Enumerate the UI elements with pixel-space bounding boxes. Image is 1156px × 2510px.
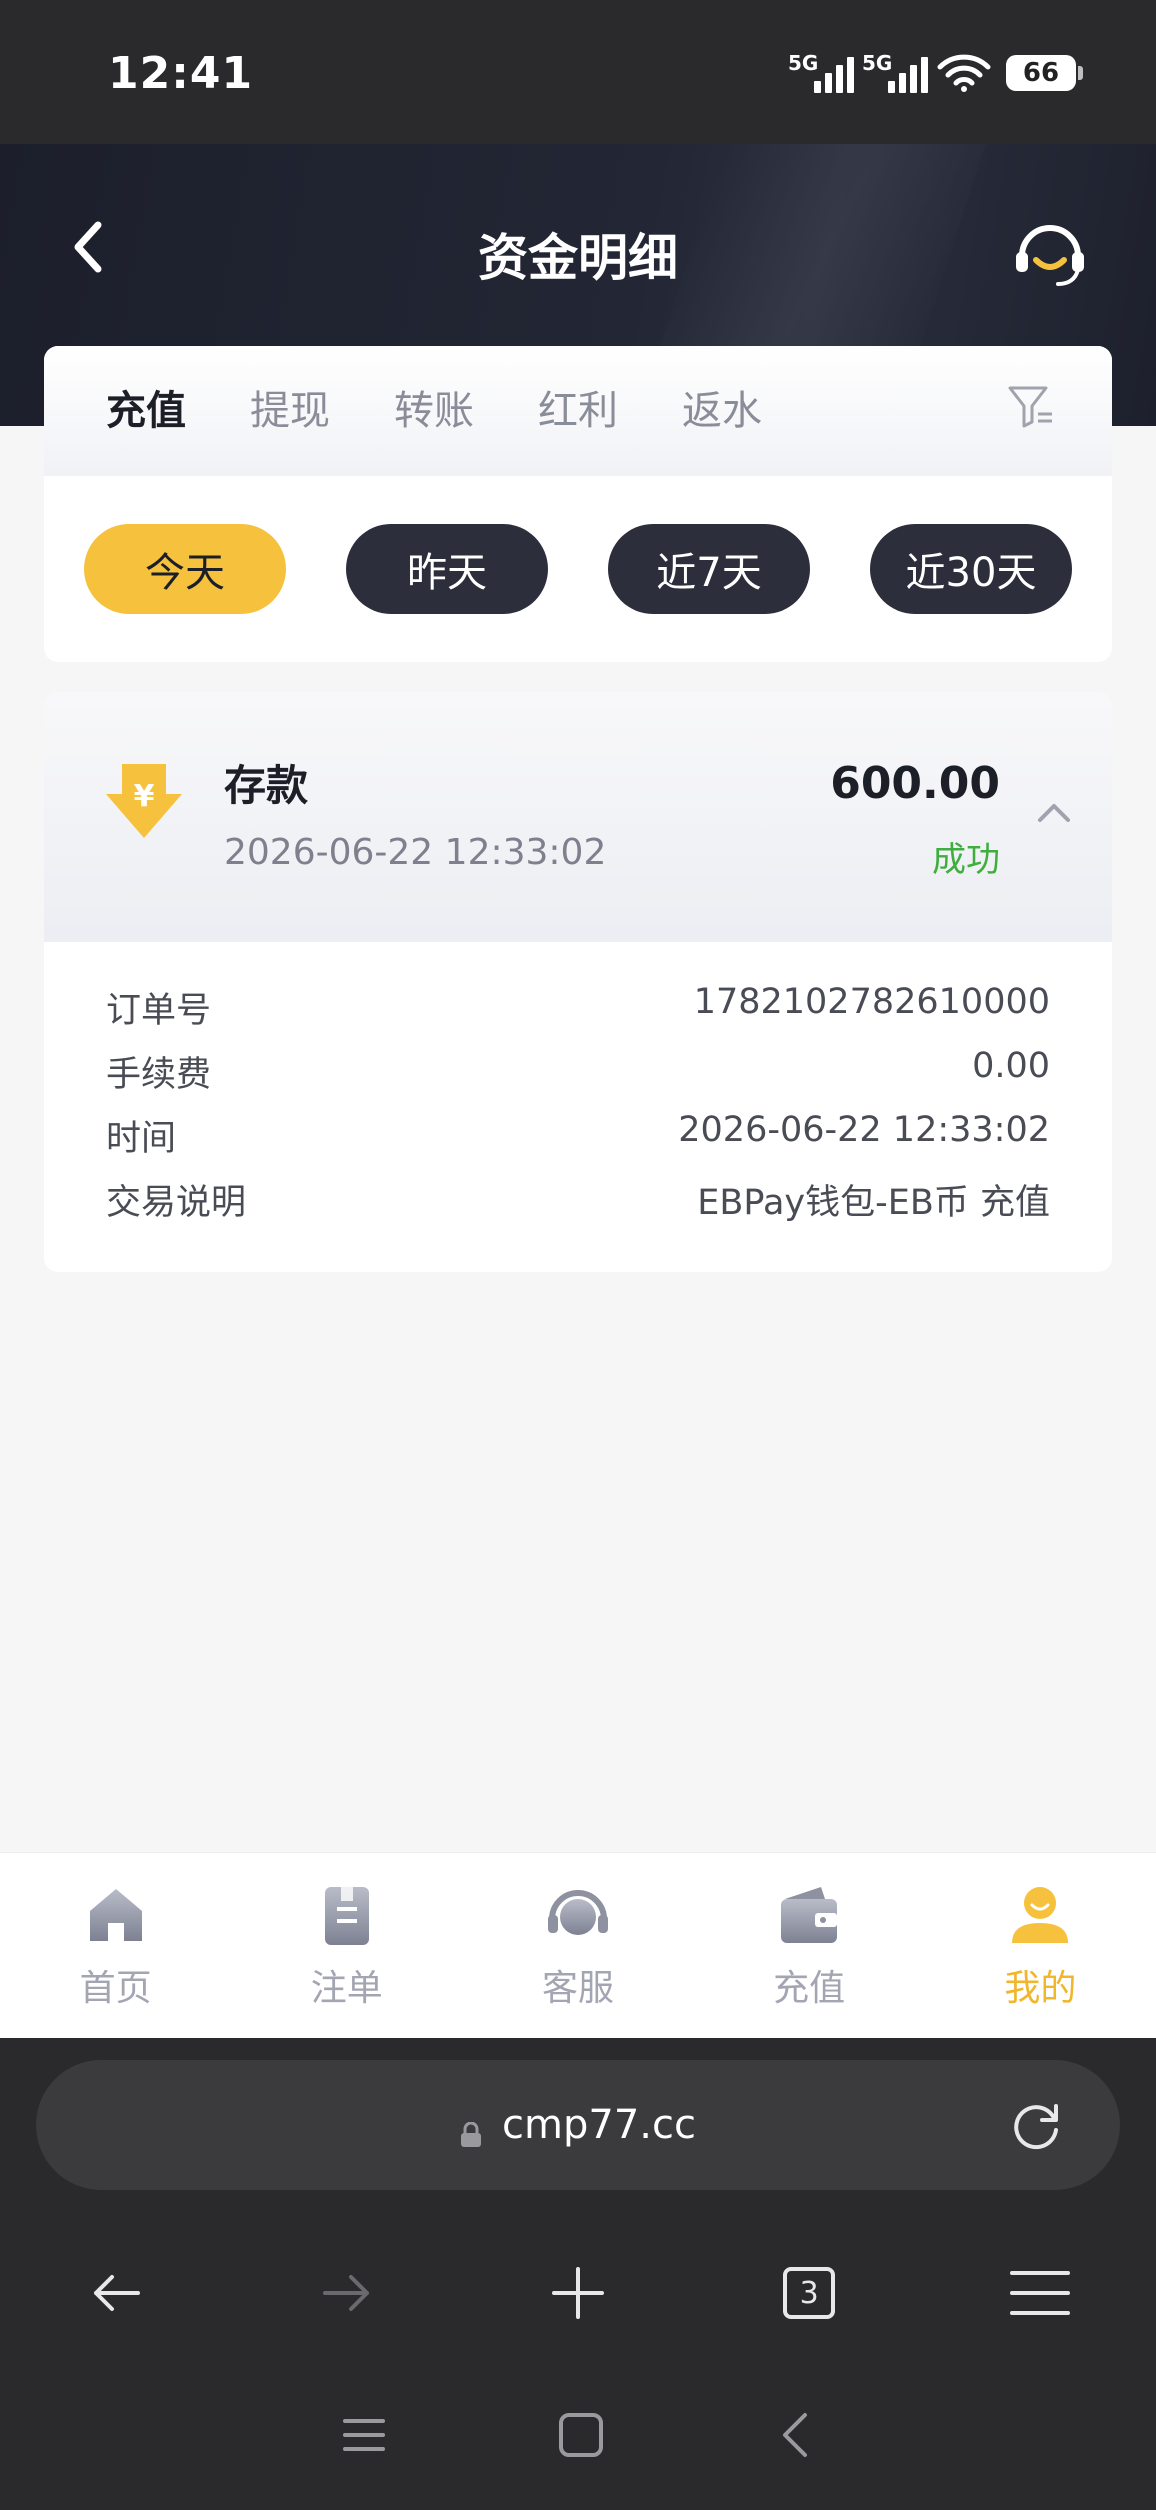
headset-icon: [1016, 225, 1084, 286]
url-text: cmp77.cc: [502, 2102, 696, 2148]
date-filter-group: 今天 昨天 近7天 近30天: [44, 524, 1112, 614]
chevron-up-icon[interactable]: [1034, 798, 1074, 828]
home-icon: [89, 1888, 142, 1941]
record-amount: 600.00: [830, 758, 1000, 809]
detail-value: EBPay钱包-EB币 充值: [697, 1183, 1050, 1223]
plus-icon: [551, 2267, 604, 2319]
detail-label: 手续费: [106, 1055, 212, 1095]
customer-service-icon: [547, 1889, 608, 1935]
wifi-icon: [937, 54, 991, 92]
filter-card: 充值 提现 转账 红利 返水 今天 昨天 近7天 近30天: [44, 346, 1112, 662]
date-filter-7days[interactable]: 近7天: [608, 524, 810, 614]
nav-item-customer-service[interactable]: 客服: [478, 1881, 678, 2011]
browser-forward-button[interactable]: [307, 2253, 387, 2333]
status-icons: 5G 5G 66: [788, 50, 1083, 96]
lock-icon: [460, 2112, 482, 2147]
status-time: 12:41: [108, 48, 254, 99]
tab-withdraw[interactable]: 提现: [250, 346, 330, 476]
date-filter-30days[interactable]: 近30天: [870, 524, 1072, 614]
detail-label: 时间: [106, 1119, 177, 1159]
new-tab-button[interactable]: [538, 2253, 618, 2333]
menu-icon: [1010, 2271, 1071, 2315]
nav-item-profile[interactable]: 我的: [940, 1881, 1140, 2011]
network-type-label: 5G: [788, 51, 819, 75]
nav-item-recharge[interactable]: 充值: [709, 1881, 909, 2011]
status-badge: 成功: [932, 840, 1000, 880]
customer-service-button[interactable]: [1010, 212, 1090, 292]
transaction-type-tabs: 充值 提现 转账 红利 返水: [44, 346, 1112, 476]
tabs-button[interactable]: 3: [769, 2253, 849, 2333]
bottom-nav: 首页 注单 客服 充值 我的: [0, 1852, 1156, 2038]
system-back-icon[interactable]: [775, 2411, 815, 2459]
nav-label: 客服: [541, 1967, 614, 2009]
address-bar[interactable]: cmp77.cc: [36, 2060, 1120, 2190]
browser-toolbar: 3: [0, 2238, 1156, 2348]
tab-transfer[interactable]: 转账: [394, 346, 474, 476]
nav-label: 首页: [79, 1967, 152, 2009]
browser-menu-button[interactable]: [1000, 2253, 1080, 2333]
tab-rebate[interactable]: 返水: [682, 346, 762, 476]
record-datetime: 2026-06-22 12:33:02: [224, 832, 607, 873]
record-type: 存款: [224, 761, 309, 810]
detail-row-description: 交易说明 EBPay钱包-EB币 充值: [106, 1174, 1050, 1225]
detail-row-time: 时间 2026-06-22 12:33:02: [106, 1110, 1050, 1161]
svg-text:¥: ¥: [134, 779, 155, 814]
record-summary[interactable]: ¥ 存款 2026-06-22 12:33:02 600.00 成功: [44, 692, 1112, 942]
refresh-icon[interactable]: [1008, 2098, 1064, 2154]
deposit-icon: ¥: [106, 764, 182, 838]
page-title: 资金明细: [478, 229, 678, 287]
transaction-record: ¥ 存款 2026-06-22 12:33:02 600.00 成功 订单号 1…: [44, 692, 1112, 1272]
detail-value: 2026-06-22 12:33:02: [678, 1110, 1050, 1150]
browser-back-button[interactable]: [76, 2253, 156, 2333]
bets-icon: [324, 1886, 369, 1945]
date-filter-yesterday[interactable]: 昨天: [346, 524, 548, 614]
nav-label: 充值: [773, 1967, 846, 2009]
network-type-label: 5G: [862, 51, 893, 75]
wallet-icon: [781, 1886, 838, 1943]
detail-label: 订单号: [106, 991, 212, 1031]
tab-count: 3: [783, 2267, 836, 2319]
nav-item-home[interactable]: 首页: [16, 1881, 216, 2011]
profile-icon: [1012, 1886, 1069, 1943]
filter-icon[interactable]: [1006, 382, 1056, 432]
nav-label: 注单: [310, 1967, 383, 2009]
arrow-left-icon: [93, 2275, 140, 2311]
system-nav-bar: [0, 2380, 1156, 2490]
detail-row-order-number: 订单号 1782102782610000: [106, 982, 1050, 1033]
nav-label: 我的: [1004, 1967, 1077, 2009]
date-filter-today[interactable]: 今天: [84, 524, 286, 614]
detail-value: 0.00: [972, 1046, 1050, 1086]
home-button-icon[interactable]: [557, 2411, 605, 2459]
detail-row-fee: 手续费 0.00: [106, 1046, 1050, 1097]
detail-value: 1782102782610000: [693, 982, 1050, 1022]
battery-icon: 66: [1006, 55, 1083, 91]
signal-icon: 5G: [788, 51, 854, 93]
detail-label: 交易说明: [106, 1183, 247, 1223]
tab-bonus[interactable]: 红利: [538, 346, 618, 476]
recent-apps-icon[interactable]: [341, 2415, 387, 2455]
nav-item-bets[interactable]: 注单: [247, 1881, 447, 2011]
arrow-right-icon: [322, 2275, 369, 2311]
signal-icon: 5G: [862, 51, 928, 93]
tab-recharge[interactable]: 充值: [106, 346, 186, 476]
